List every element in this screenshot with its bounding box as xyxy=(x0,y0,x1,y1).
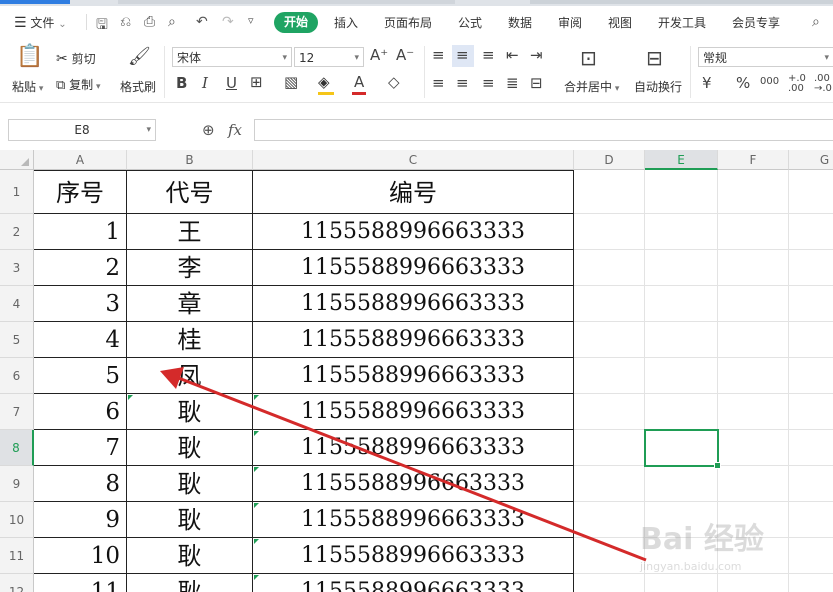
chevron-down-icon: ▾ xyxy=(146,125,151,135)
font-size-select[interactable]: 12 ▾ xyxy=(294,47,364,67)
font-name-value: 宋体 xyxy=(177,51,202,65)
zoom-search-icon[interactable]: ⊕ xyxy=(202,121,215,139)
quick-access-dropdown-icon[interactable]: ▿ xyxy=(248,14,254,27)
spreadsheet-grid: A B C D E F G 1 2 3 4 5 6 7 8 9 10 11 12… xyxy=(0,150,833,592)
watermark-url: jingyan.baidu.com xyxy=(640,560,742,573)
paste-label: 粘贴 xyxy=(12,80,37,94)
paste-button[interactable]: 粘贴 ▾ xyxy=(12,78,43,95)
scissors-icon: ✂ xyxy=(56,51,68,67)
print-preview-icon[interactable]: ⌕ xyxy=(168,14,176,30)
underline-icon[interactable]: U xyxy=(226,74,237,92)
tab-insert[interactable]: 插入 xyxy=(334,14,358,31)
copy-button[interactable]: ⧉ 复制 ▾ xyxy=(56,76,101,93)
fill-color-swatch xyxy=(318,92,334,95)
indent-decrease-icon[interactable]: ⇤ xyxy=(506,46,519,64)
hamburger-icon: ☰ xyxy=(14,15,27,31)
format-painter-icon[interactable]: 🖌 xyxy=(128,46,151,67)
menu-bar: ☰ 文件 ⌄ 🖫 ⎌ ⎙ ⌕ ↶ ↷ ▿ 开始 插入 页面布局 公式 数据 审阅… xyxy=(0,8,833,38)
tab-strip-mid xyxy=(118,0,455,4)
chevron-down-icon: ⌄ xyxy=(58,19,67,30)
tab-developer[interactable]: 开发工具 xyxy=(658,14,706,31)
italic-icon[interactable]: I xyxy=(202,74,208,92)
cut-label: 剪切 xyxy=(71,52,96,66)
align-left-icon[interactable]: ≡ xyxy=(432,74,445,92)
number-format-value: 常规 xyxy=(703,51,728,65)
justify-icon[interactable]: ≣ xyxy=(506,74,519,92)
bold-icon[interactable]: B xyxy=(176,74,187,92)
ribbon-separator xyxy=(690,46,691,98)
increase-font-icon[interactable]: A⁺ xyxy=(370,46,388,64)
chevron-down-icon: ▾ xyxy=(93,82,101,92)
menu-separator xyxy=(86,14,87,30)
fill-color-icon[interactable]: ◈ xyxy=(318,73,330,91)
chevron-down-icon: ▾ xyxy=(354,53,359,63)
merge-center-label: 合并居中 xyxy=(564,80,613,94)
fx-icon[interactable]: fx xyxy=(228,121,242,139)
font-size-value: 12 xyxy=(299,51,315,65)
tab-strip-right xyxy=(530,0,833,4)
distribute-icon[interactable]: ⊟ xyxy=(530,74,543,92)
align-right-icon[interactable]: ≡ xyxy=(482,74,495,92)
copy-label: 复制 xyxy=(69,78,94,92)
font-color-swatch xyxy=(352,92,366,95)
cut-button[interactable]: ✂ 剪切 xyxy=(56,50,96,67)
merge-center-button[interactable]: 合并居中 ▾ xyxy=(564,78,619,95)
tab-member[interactable]: 会员专享 xyxy=(732,14,780,31)
watermark-logo: Bai 经验 xyxy=(640,522,764,557)
currency-icon[interactable]: ¥ xyxy=(702,74,712,92)
decrease-font-icon[interactable]: A⁻ xyxy=(396,46,414,64)
align-middle-icon[interactable]: ≡ xyxy=(456,46,469,64)
chevron-down-icon: ▾ xyxy=(824,53,829,63)
name-box[interactable]: E8 ▾ xyxy=(8,119,156,141)
tab-page-layout[interactable]: 页面布局 xyxy=(384,14,432,31)
search-icon[interactable]: ⌕ xyxy=(812,14,820,30)
border-icon[interactable]: ⊞ xyxy=(250,73,263,91)
chevron-down-icon: ▾ xyxy=(612,84,620,94)
thousands-separator-icon[interactable]: 000 xyxy=(760,76,779,87)
align-center-icon[interactable]: ≡ xyxy=(456,74,469,92)
number-format-select[interactable]: 常规 ▾ xyxy=(698,47,833,67)
save-icon[interactable]: 🖫 xyxy=(96,14,108,38)
redo-icon[interactable]: ↷ xyxy=(222,14,234,30)
formula-input[interactable] xyxy=(254,119,833,141)
export-pdf-icon[interactable]: ⎌ xyxy=(120,14,131,30)
wrap-text-label[interactable]: 自动换行 xyxy=(634,78,682,95)
font-name-select[interactable]: 宋体 ▾ xyxy=(172,47,292,67)
font-color-icon[interactable]: A xyxy=(354,73,364,91)
decrease-decimal-icon[interactable]: .00 →.0 xyxy=(814,74,832,94)
undo-icon[interactable]: ↶ xyxy=(196,14,208,30)
annotation-arrow-line xyxy=(175,375,647,562)
tab-data[interactable]: 数据 xyxy=(508,14,532,31)
name-box-value: E8 xyxy=(74,123,90,137)
wrap-text-icon[interactable]: ⊟ xyxy=(646,46,663,70)
window-top-stripe xyxy=(0,0,833,6)
tab-home[interactable]: 开始 xyxy=(274,12,318,33)
tab-formulas[interactable]: 公式 xyxy=(458,14,482,31)
tab-strip-left xyxy=(0,0,70,4)
eraser-icon[interactable]: ◇ xyxy=(388,73,400,91)
align-top-icon[interactable]: ≡ xyxy=(432,46,445,64)
ribbon-separator xyxy=(164,46,165,98)
copy-icon: ⧉ xyxy=(56,78,66,93)
tab-view[interactable]: 视图 xyxy=(608,14,632,31)
ribbon-separator xyxy=(424,46,425,98)
align-bottom-icon[interactable]: ≡ xyxy=(482,46,495,64)
file-menu-label: 文件 xyxy=(30,16,55,30)
formula-bar: E8 ▾ ⊕ fx xyxy=(0,116,833,146)
format-painter-label[interactable]: 格式刷 xyxy=(120,78,156,95)
file-menu[interactable]: ☰ 文件 ⌄ xyxy=(14,14,67,31)
indent-increase-icon[interactable]: ⇥ xyxy=(530,46,543,64)
merge-center-icon[interactable]: ⊡ xyxy=(580,46,597,70)
watermark: Bai 经验 jingyan.baidu.com xyxy=(640,514,830,574)
percent-icon[interactable]: % xyxy=(736,74,750,92)
print-icon[interactable]: ⎙ xyxy=(144,14,155,30)
increase-decimal-icon[interactable]: +.0.00 xyxy=(788,74,806,94)
tab-review[interactable]: 审阅 xyxy=(558,14,582,31)
chevron-down-icon: ▾ xyxy=(282,53,287,63)
fill-pattern-icon[interactable]: ▧ xyxy=(284,73,298,91)
chevron-down-icon: ▾ xyxy=(36,84,44,94)
ribbon-toolbar: 📋 粘贴 ▾ ✂ 剪切 ⧉ 复制 ▾ 🖌 格式刷 宋体 ▾ 12 ▾ A⁺ A⁻… xyxy=(0,40,833,103)
paste-icon[interactable]: 📋 xyxy=(16,44,43,69)
